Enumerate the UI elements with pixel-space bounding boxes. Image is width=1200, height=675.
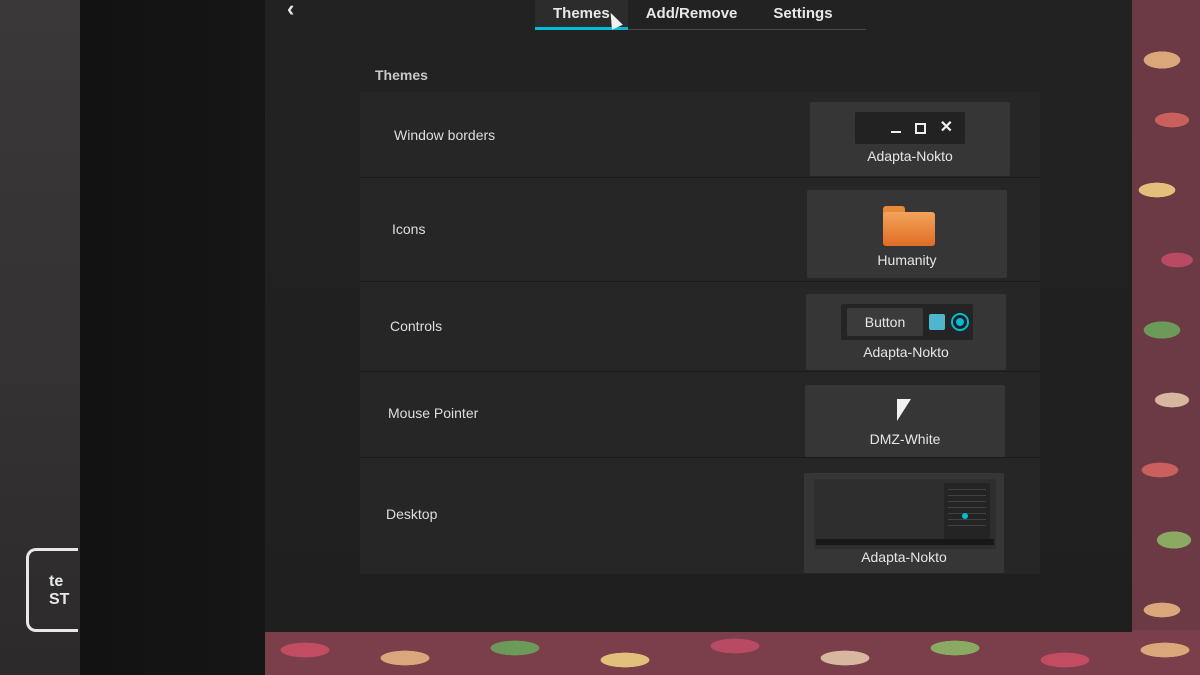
desktop-panel-preview [816,539,994,545]
maximize-icon [914,122,926,134]
tab-settings-label: Settings [773,5,833,22]
sample-button: Button [847,308,923,336]
controls-value: Adapta-Nokto [863,344,949,360]
row-icons: Icons Humanity [360,178,1040,282]
row-controls-label: Controls [390,318,443,334]
section-title: Themes [375,67,428,83]
settings-window: ‹ Themes Add/Remove Settings Themes Wind… [265,0,1132,632]
icons-value: Humanity [877,252,937,268]
tab-themes-label: Themes [553,5,610,22]
window-borders-value: Adapta-Nokto [867,148,953,164]
close-icon: ✕ [939,119,953,136]
row-mouse-pointer-label: Mouse Pointer [388,405,479,421]
minimize-icon [890,131,901,133]
calendar-widget-icon [944,483,990,539]
titlebar-buttons-preview: ✕ [855,112,965,144]
controls-preview[interactable]: Button Adapta-Nokto [806,294,1006,370]
desktop-preview[interactable]: Adapta-Nokto [804,473,1004,573]
tab-settings[interactable]: Settings [755,0,850,29]
dock-app-badge-text: te ST [49,573,70,608]
row-window-borders: Window borders ✕ Adapta-Nokto [360,92,1040,178]
desktop-dark-strip [80,0,270,675]
desktop-value: Adapta-Nokto [861,549,947,565]
row-icons-label: Icons [392,221,426,237]
tab-add-remove-label: Add/Remove [645,5,738,22]
mouse-pointer-preview[interactable]: DMZ-White [805,385,1005,457]
row-desktop-label: Desktop [386,506,438,522]
dock-app-badge[interactable]: te ST [26,548,78,632]
row-mouse-pointer: Mouse Pointer DMZ-White [360,372,1040,458]
icons-preview[interactable]: Humanity [807,190,1007,278]
desktop-thumbnail [814,479,996,549]
folder-icon [883,206,935,246]
row-controls: Controls Button Adapta-Nokto [360,282,1040,372]
sample-checkbox-icon [929,314,945,330]
row-desktop: Desktop Adapta-Nokto [360,458,1040,574]
wallpaper-bottom [265,630,1200,675]
tab-bar: Themes Add/Remove Settings [535,0,866,30]
pointer-arrow-icon [897,399,911,421]
wallpaper-right [1132,0,1200,675]
row-window-borders-label: Window borders [394,127,496,143]
tab-add-remove[interactable]: Add/Remove [628,0,756,29]
theme-list: Window borders ✕ Adapta-Nokto Icons Huma… [360,92,1040,574]
back-button[interactable]: ‹ [287,0,309,22]
mouse-pointer-value: DMZ-White [869,431,941,447]
controls-sample: Button [841,304,973,340]
chevron-left-icon: ‹ [287,0,295,21]
sample-radio-icon [951,313,969,331]
window-borders-preview[interactable]: ✕ Adapta-Nokto [810,102,1010,176]
